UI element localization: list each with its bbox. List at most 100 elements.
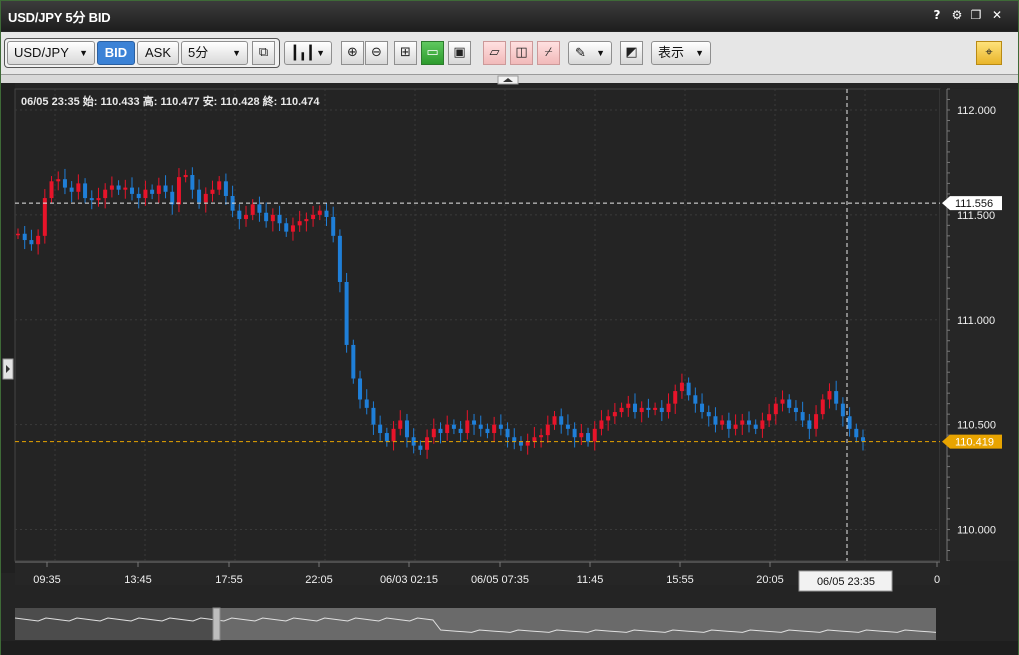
candle-body [425,437,430,450]
navigator-handle [212,607,221,641]
candle-body [787,399,792,408]
zoom-in-icon[interactable]: ⊕ [341,41,364,65]
gear-icon[interactable]: ⚙ [949,7,965,23]
candle-body [606,416,611,421]
candle-body [740,420,745,425]
candle-body [726,420,731,429]
bottom-strip [1,641,1018,655]
restore-icon[interactable]: ❐ [968,7,984,23]
toolbar: USD/JPY ▼ BID ASK 5分 ▼ ⧉ ┃╻┃ ▼ ⊕ ⊖ ⊞ ▭ ▣… [1,32,1018,75]
navigator-hidden-range [15,608,215,640]
candle-body [190,175,195,190]
high-value: 110.477 [160,96,200,108]
candle-body [76,183,81,192]
candle-body [96,198,101,201]
candle-body [720,420,725,425]
candle-body [62,179,67,188]
candle-body [552,416,557,425]
candle-body [465,420,470,434]
candle-body [760,420,765,429]
candle-body [250,204,255,215]
crosshair-target-icon[interactable]: ⌖ [976,41,1002,65]
candle-body [277,214,282,224]
symbol-value: USD/JPY [14,45,69,60]
candle-body [753,424,758,429]
close-label: 終: [262,96,278,108]
candle-body [398,420,403,429]
candle-body [820,399,825,415]
candle-body [767,414,772,421]
time-tick-label: 06/03 02:15 [380,574,438,586]
price-chart[interactable]: 112.000 111.500 111.000 110.500 110.000 110.4… [1,75,1018,655]
candle-body [472,420,477,425]
candle-body [565,424,570,429]
interval-select[interactable]: 5分 ▼ [181,41,248,65]
left-gutter [1,83,15,573]
candle-body [56,179,61,182]
bid-button[interactable]: BID [97,41,135,65]
candle-body [505,428,510,438]
candle-body [49,181,54,199]
candle-body [498,424,503,429]
interval-value: 5分 [188,45,209,60]
price-tick-label: 112.000 [957,105,996,117]
candle-body [700,403,705,413]
display-select[interactable]: 表示 ▼ [651,41,711,65]
candle-body [512,437,517,442]
candle-body [539,435,544,438]
candle-body [83,183,88,199]
chart-type-select[interactable]: ┃╻┃ ▼ [284,41,332,65]
candle-body [532,437,537,442]
candle-body [237,210,242,220]
time-tick-label: 06/05 07:35 [471,574,529,586]
fit-width-icon[interactable]: ⊞ [394,41,417,65]
link-icon[interactable]: ⧉ [252,41,275,65]
time-tick-label: 20:05 [756,574,784,586]
close-icon[interactable]: ✕ [989,7,1005,23]
chevron-down-icon: ▼ [232,48,241,58]
candle-body [244,214,249,220]
candle-body [834,391,839,404]
candle-body [840,403,845,417]
time-tick-label: 11:45 [577,574,604,586]
help-icon[interactable]: ? [929,7,945,23]
candle-body [418,445,423,450]
remove-indicator-icon[interactable]: ⌿ [537,41,560,65]
scroll-end-icon[interactable]: ▣ [448,41,471,65]
draw-tool-select[interactable]: ✎ ▼ [568,41,612,65]
candle-body [706,412,711,417]
candle-body [270,214,275,222]
candle-body [324,210,329,217]
candle-body [619,407,624,413]
candle-body [492,424,497,434]
price-tick-label: 110.500 [957,420,996,432]
candle-body [586,433,591,442]
candle-body [351,344,356,379]
candle-body [673,391,678,404]
indicator-icon[interactable]: ◫ [510,41,533,65]
ask-button[interactable]: ASK [137,41,179,65]
time-tick-label: 22:05 [305,574,333,586]
candle-body [814,414,819,429]
candle-body [639,407,644,413]
title-bar: USD/JPY 5分 BID ? ⚙ ❐ ✕ [1,1,1018,31]
symbol-select[interactable]: USD/JPY ▼ [7,41,95,65]
candle-body [378,424,383,434]
add-indicator-icon[interactable]: ▱ [483,41,506,65]
candle-body [297,221,302,226]
candle-body [773,403,778,415]
zoom-out-icon[interactable]: ⊖ [365,41,388,65]
crosshair-time-label: 06/05 23:35 [817,576,875,588]
candle-body [800,412,805,421]
candle-body [176,177,181,205]
candle-body [317,210,322,215]
price-tick-label: 111.000 [957,315,995,327]
low-value: 110.428 [220,96,260,108]
candle-body [89,198,94,201]
scroll-lock-icon[interactable]: ▭ [421,41,444,65]
time-tick-label: 0 [934,574,940,586]
draw-settings-icon[interactable]: ◩ [620,41,643,65]
window-title: USD/JPY 5分 BID [8,10,111,25]
candle-body [451,424,456,429]
candle-body [599,420,604,429]
